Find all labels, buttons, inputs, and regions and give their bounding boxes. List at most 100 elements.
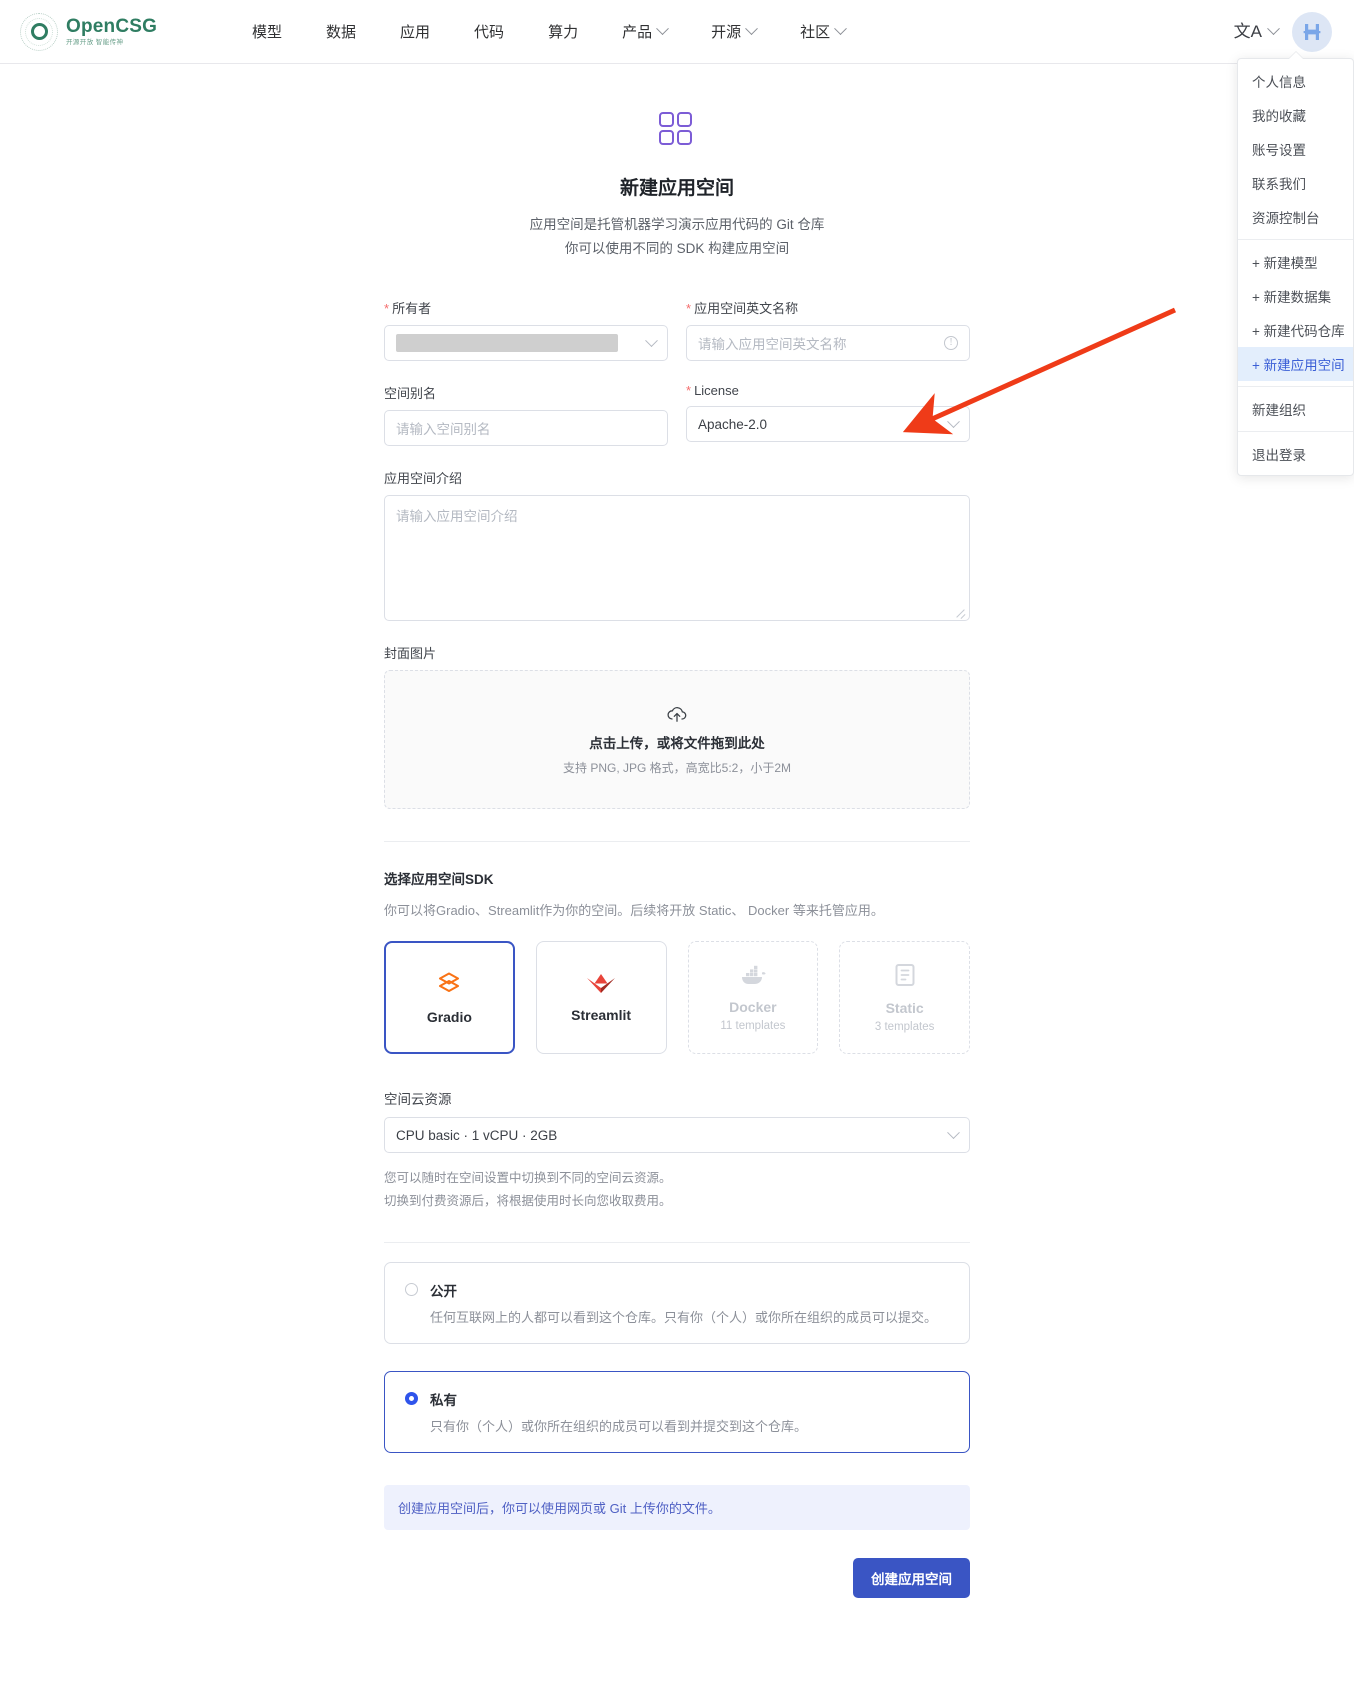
cover-upload-hint: 支持 PNG, JPG 格式，高宽比5:2，小于2M <box>563 759 791 776</box>
chevron-down-icon <box>947 415 960 428</box>
logo-name: OpenCSG <box>66 17 157 36</box>
license-value: Apache-2.0 <box>698 417 767 432</box>
chevron-down-icon <box>745 22 758 35</box>
owner-label: *所有者 <box>384 298 668 317</box>
sdk-template-count: 3 templates <box>875 1021 934 1033</box>
nav-item-community[interactable]: 社区 <box>778 21 867 42</box>
nav-item-models[interactable]: 模型 <box>230 21 304 42</box>
cover-label: 封面图片 <box>384 643 970 662</box>
license-select[interactable]: Apache-2.0 <box>686 406 970 442</box>
visibility-option-private[interactable]: 私有 只有你（个人）或你所在组织的成员可以看到并提交到这个仓库。 <box>384 1371 970 1453</box>
cover-upload-dropzone[interactable]: 点击上传，或将文件拖到此处 支持 PNG, JPG 格式，高宽比5:2，小于2M <box>384 670 970 809</box>
sdk-name: Streamlit <box>571 1007 631 1023</box>
owner-value-redacted <box>396 334 618 352</box>
site-header: OpenCSG 开源开放 智能传神 模型 数据 应用 代码 算力 产品 <box>0 0 1354 64</box>
avatar[interactable] <box>1292 12 1332 52</box>
docker-icon <box>739 964 767 986</box>
required-marker: * <box>686 301 691 316</box>
nav-item-code[interactable]: 代码 <box>452 21 526 42</box>
nav-item-products[interactable]: 产品 <box>600 21 689 42</box>
translate-icon: 文A <box>1234 23 1262 40</box>
hero-subtitle-line2: 你可以使用不同的 SDK 构建应用空间 <box>384 237 970 261</box>
menu-divider <box>1238 386 1353 387</box>
info-circle-icon[interactable]: ! <box>944 336 958 350</box>
required-marker: * <box>384 301 389 316</box>
english-name-input-wrap[interactable]: 请输入应用空间英文名称 ! <box>686 325 970 361</box>
grid-squares-icon <box>659 112 695 148</box>
cover-field: 封面图片 点击上传，或将文件拖到此处 支持 PNG, JPG 格式，高宽比5:2… <box>384 643 970 809</box>
streamlit-icon <box>586 972 616 994</box>
sdk-section-title: 选择应用空间SDK <box>384 868 970 888</box>
visibility-description: 只有你（个人）或你所在组织的成员可以看到并提交到这个仓库。 <box>430 1416 949 1435</box>
sdk-option-streamlit[interactable]: Streamlit <box>536 941 667 1054</box>
description-label: 应用空间介绍 <box>384 468 970 487</box>
divider <box>384 1242 970 1243</box>
english-name-label: *应用空间英文名称 <box>686 298 970 317</box>
menu-item-new-code-repo[interactable]: + 新建代码仓库 <box>1238 313 1353 347</box>
visibility-title: 私有 <box>430 1389 457 1409</box>
logo[interactable]: OpenCSG 开源开放 智能传神 <box>20 13 200 51</box>
resource-label: 空间云资源 <box>384 1088 970 1108</box>
nav-label: 产品 <box>622 21 652 42</box>
user-avatar-icon <box>1300 20 1324 44</box>
radio-private[interactable] <box>405 1392 418 1405</box>
resize-handle[interactable] <box>955 606 966 617</box>
resource-select[interactable]: CPU basic · 1 vCPU · 2GB <box>384 1117 970 1153</box>
form-row-2: 空间别名 请输入空间别名 *License Apache-2.0 <box>384 383 970 446</box>
menu-item-account-settings[interactable]: 账号设置 <box>1238 132 1353 166</box>
create-space-button[interactable]: 创建应用空间 <box>853 1558 970 1598</box>
description-placeholder: 请输入应用空间介绍 <box>396 509 518 524</box>
divider <box>384 841 970 842</box>
resource-section: 空间云资源 CPU basic · 1 vCPU · 2GB 您可以随时在空间设… <box>384 1088 970 1213</box>
sdk-option-gradio[interactable]: Gradio <box>384 941 515 1054</box>
nav-label: 开源 <box>711 21 741 42</box>
language-switcher[interactable]: 文A <box>1234 23 1278 40</box>
menu-item-profile[interactable]: 个人信息 <box>1238 64 1353 98</box>
nav-label: 代码 <box>474 21 504 42</box>
nav-item-compute[interactable]: 算力 <box>526 21 600 42</box>
alias-input-wrap[interactable]: 请输入空间别名 <box>384 410 668 446</box>
nav-label: 应用 <box>400 21 430 42</box>
menu-divider <box>1238 431 1353 432</box>
alias-input[interactable]: 请输入空间别名 <box>396 418 491 438</box>
sdk-option-static: Static 3 templates <box>839 941 970 1054</box>
page-title: 新建应用空间 <box>384 173 970 200</box>
nav-item-opensource[interactable]: 开源 <box>689 21 778 42</box>
radio-public[interactable] <box>405 1283 418 1296</box>
menu-item-new-organization[interactable]: 新建组织 <box>1238 392 1353 426</box>
resource-note-line2: 切换到付费资源后，将根据使用时长向您收取费用。 <box>384 1190 970 1213</box>
user-dropdown-menu: 个人信息 我的收藏 账号设置 联系我们 资源控制台 + 新建模型 + 新建数据集… <box>1237 58 1354 476</box>
visibility-option-public[interactable]: 公开 任何互联网上的人都可以看到这个仓库。只有你（个人）或你所在组织的成员可以提… <box>384 1262 970 1344</box>
sdk-options: Gradio Streamlit <box>384 941 970 1054</box>
visibility-section: 公开 任何互联网上的人都可以看到这个仓库。只有你（个人）或你所在组织的成员可以提… <box>384 1262 970 1453</box>
header-right: 文A <box>1234 12 1332 52</box>
chevron-down-icon <box>834 22 847 35</box>
nav-label: 社区 <box>800 21 830 42</box>
main-content: 新建应用空间 应用空间是托管机器学习演示应用代码的 Git 仓库 你可以使用不同… <box>384 64 970 1616</box>
required-marker: * <box>686 383 691 398</box>
menu-item-contact-us[interactable]: 联系我们 <box>1238 166 1353 200</box>
menu-item-favorites[interactable]: 我的收藏 <box>1238 98 1353 132</box>
upload-cloud-icon <box>666 704 688 724</box>
main-nav: 模型 数据 应用 代码 算力 产品 开源 社区 <box>230 21 867 42</box>
footer-notice: 创建应用空间后，你可以使用网页或 Git 上传你的文件。 <box>384 1485 970 1530</box>
nav-item-datasets[interactable]: 数据 <box>304 21 378 42</box>
english-name-input[interactable]: 请输入应用空间英文名称 <box>698 333 847 353</box>
form-row-1: *所有者 *应用空间英文名称 请输入应用空间英文名称 ! <box>384 298 970 361</box>
form-actions: 创建应用空间 <box>384 1558 970 1616</box>
sdk-name: Static <box>886 1000 924 1016</box>
menu-item-logout[interactable]: 退出登录 <box>1238 437 1353 471</box>
resource-note-line1: 您可以随时在空间设置中切换到不同的空间云资源。 <box>384 1167 970 1190</box>
menu-item-new-model[interactable]: + 新建模型 <box>1238 245 1353 279</box>
chevron-down-icon <box>947 1126 960 1139</box>
visibility-description: 任何互联网上的人都可以看到这个仓库。只有你（个人）或你所在组织的成员可以提交。 <box>430 1307 949 1326</box>
description-field: 应用空间介绍 请输入应用空间介绍 <box>384 468 970 621</box>
owner-select[interactable] <box>384 325 668 361</box>
nav-item-apps[interactable]: 应用 <box>378 21 452 42</box>
menu-item-new-space[interactable]: + 新建应用空间 <box>1238 347 1353 381</box>
description-textarea[interactable]: 请输入应用空间介绍 <box>384 495 970 621</box>
sdk-name: Docker <box>729 999 776 1015</box>
menu-item-resource-console[interactable]: 资源控制台 <box>1238 200 1353 234</box>
cover-upload-primary-text: 点击上传，或将文件拖到此处 <box>589 732 765 752</box>
menu-item-new-dataset[interactable]: + 新建数据集 <box>1238 279 1353 313</box>
